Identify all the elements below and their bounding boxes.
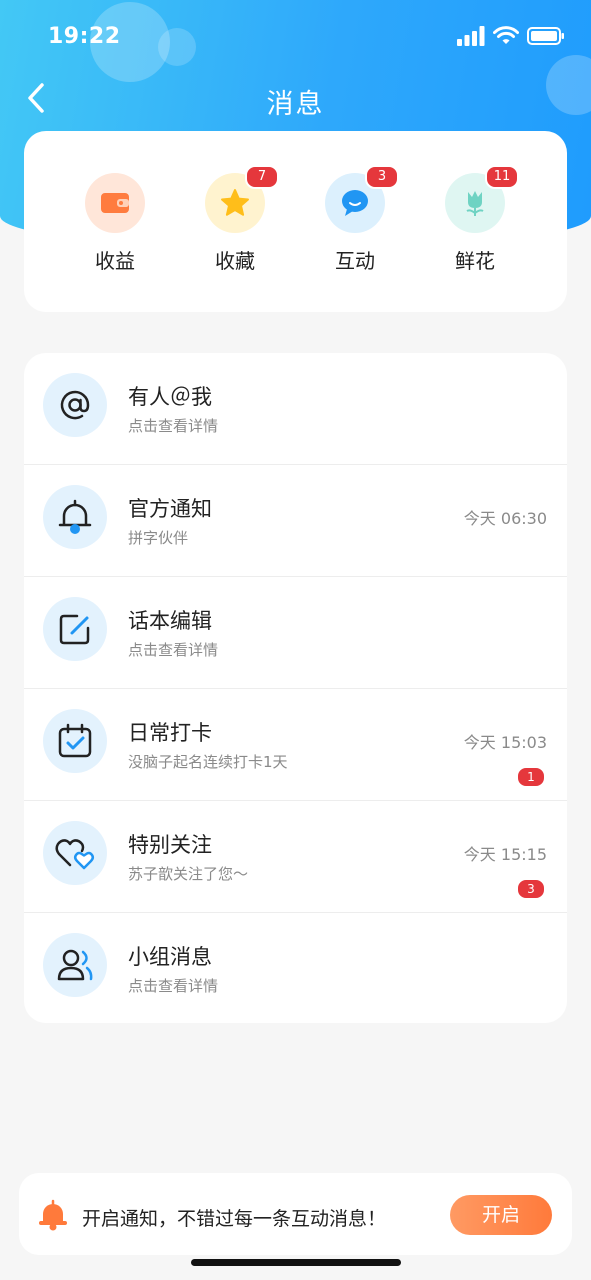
- message-title: 话本编辑: [128, 609, 212, 633]
- signal-icon: [457, 26, 485, 46]
- message-subtitle: 点击查看详情: [128, 417, 219, 435]
- message-title: 有人＠我: [128, 385, 212, 409]
- status-bar: 19:22: [0, 0, 591, 70]
- star-icon: 7: [205, 165, 279, 233]
- message-row-script-editor[interactable]: 话本编辑 点击查看详情: [24, 577, 567, 689]
- hearts-icon: [43, 821, 107, 885]
- message-row-special-follow[interactable]: 特别关注 苏子歆关注了您～ 今天 15:15 3: [24, 801, 567, 913]
- edit-icon: [43, 597, 107, 661]
- shortcut-interaction[interactable]: 3 互动: [305, 165, 405, 274]
- message-list: 有人＠我 点击查看详情 官方通知 拼字伙伴 今天 06:30 话本编辑 点击查看…: [24, 353, 567, 1023]
- shortcut-flowers[interactable]: 11 鲜花: [425, 165, 525, 274]
- battery-icon: [527, 27, 564, 45]
- message-row-group[interactable]: 小组消息 点击查看详情: [24, 913, 567, 1023]
- bell-icon: [37, 1199, 69, 1231]
- count-badge: 7: [245, 165, 279, 189]
- status-icons: [457, 26, 565, 46]
- status-time: 19:22: [48, 24, 121, 49]
- shortcut-favorites[interactable]: 7 收藏: [185, 165, 285, 274]
- count-badge: 3: [365, 165, 399, 189]
- group-icon: [43, 933, 107, 997]
- unread-badge: 1: [517, 767, 545, 787]
- message-time: 今天 15:15: [463, 845, 547, 864]
- message-title: 日常打卡: [128, 721, 212, 745]
- shortcut-card: 收益 7 收藏 3 互动 11 鲜花: [24, 131, 567, 312]
- notification-prompt-text: 开启通知，不错过每一条互动消息！: [82, 1208, 387, 1230]
- wifi-icon: [493, 26, 519, 44]
- shortcut-label: 收藏: [215, 249, 255, 273]
- message-time: 今天 06:30: [463, 509, 547, 528]
- enable-notification-banner: 开启通知，不错过每一条互动消息！ 开启: [19, 1173, 572, 1255]
- message-subtitle: 点击查看详情: [128, 641, 219, 659]
- message-time: 今天 15:03: [463, 733, 547, 752]
- shortcut-earnings[interactable]: 收益: [65, 173, 165, 274]
- flower-icon: 11: [445, 165, 519, 233]
- message-title: 官方通知: [128, 497, 212, 521]
- message-title: 特别关注: [128, 833, 212, 857]
- message-row-mentions[interactable]: 有人＠我 点击查看详情: [24, 353, 567, 465]
- wallet-icon: [85, 173, 145, 233]
- at-icon: [43, 373, 107, 437]
- bell-icon: [43, 485, 107, 549]
- message-row-official[interactable]: 官方通知 拼字伙伴 今天 06:30: [24, 465, 567, 577]
- chat-bubble-icon: 3: [325, 165, 399, 233]
- message-row-daily-checkin[interactable]: 日常打卡 没脑子起名连续打卡1天 今天 15:03 1: [24, 689, 567, 801]
- count-badge: 11: [485, 165, 519, 189]
- message-subtitle: 没脑子起名连续打卡1天: [128, 753, 288, 771]
- message-subtitle: 点击查看详情: [128, 977, 219, 995]
- message-subtitle: 苏子歆关注了您～: [128, 865, 249, 883]
- shortcut-label: 互动: [335, 249, 375, 273]
- page-title: 消息: [266, 89, 325, 120]
- message-title: 小组消息: [128, 945, 212, 969]
- home-indicator: [191, 1259, 401, 1266]
- unread-badge: 3: [517, 879, 545, 899]
- calendar-check-icon: [43, 709, 107, 773]
- shortcut-label: 鲜花: [455, 249, 495, 273]
- enable-notifications-button[interactable]: 开启: [450, 1195, 552, 1235]
- shortcut-label: 收益: [95, 249, 135, 273]
- message-subtitle: 拼字伙伴: [128, 529, 189, 547]
